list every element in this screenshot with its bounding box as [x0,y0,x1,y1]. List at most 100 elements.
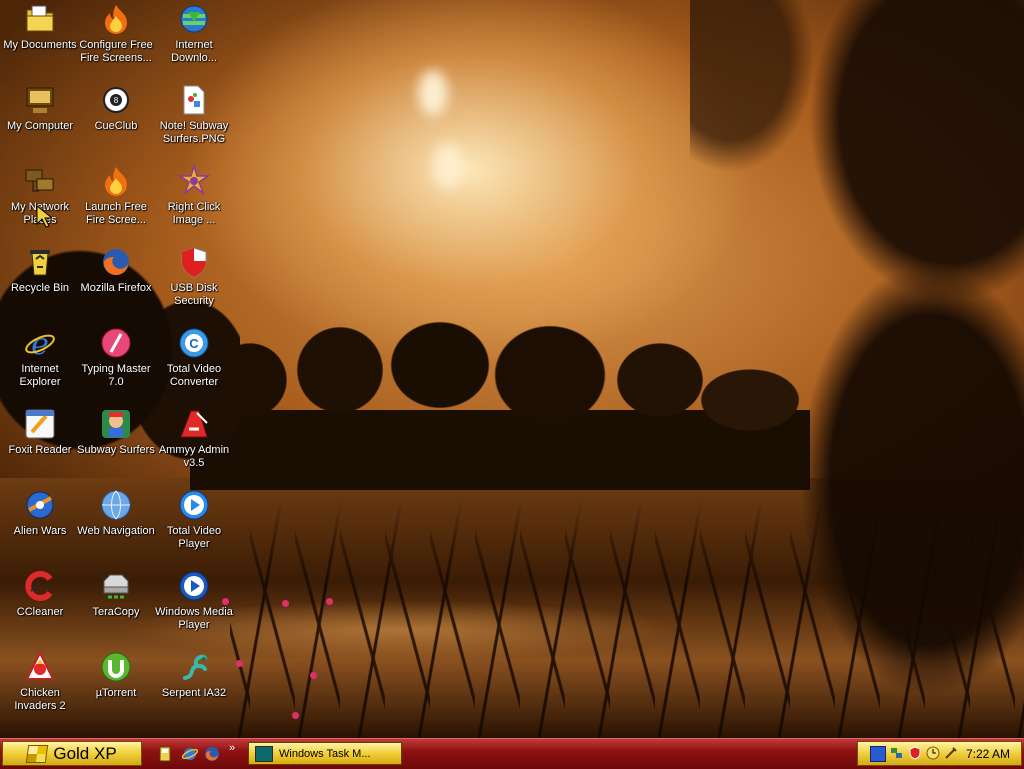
desktop-icon-my-documents[interactable]: My Documents [0,2,80,52]
desktop-icon-utorrent[interactable]: µTorrent [76,650,156,700]
icon-label: My Documents [3,39,77,51]
utorrent-icon [99,650,133,684]
firefox-icon [99,245,133,279]
desktop-icon-chicken-invaders[interactable]: Chicken Invaders 2 [0,650,80,713]
monitor-icon[interactable] [870,746,886,762]
image-file-icon [177,83,211,117]
converter-icon: C [177,326,211,360]
clock[interactable]: 7:22 AM [966,747,1010,761]
icon-label: Windows Media Player [155,606,233,631]
computer-icon [23,83,57,117]
icon-label: Launch Free Fire Scree... [85,201,147,226]
icon-label: Total Video Converter [166,363,222,388]
icon-label: CueClub [94,120,138,132]
globe-icon [99,488,133,522]
desktop-icon-launch-free-fire[interactable]: Launch Free Fire Scree... [76,164,156,227]
play-icon [177,488,211,522]
clock-tray-icon[interactable] [926,746,940,760]
desktop-icon-total-video-converter[interactable]: C Total Video Converter [154,326,234,389]
icon-label: Internet Explorer [19,363,61,388]
desktop-icon-configure-free-fire[interactable]: Configure Free Fire Screens... [76,2,156,65]
remote-admin-icon [177,407,211,441]
desktop-icon-ccleaner[interactable]: CCleaner [0,569,80,619]
show-desktop-icon[interactable] [158,746,174,762]
icon-label: Subway Surfers [77,444,155,456]
start-label: Gold XP [53,743,117,763]
internet-explorer-icon[interactable] [181,746,199,762]
icon-label: µTorrent [95,687,137,699]
svg-text:e: e [31,327,49,360]
sun-flare [418,70,448,116]
desktop-icon-note-subway-surfers[interactable]: Note! Subway Surfers.PNG [154,83,234,146]
icon-label: Foxit Reader [8,444,72,456]
gear-star-icon [177,163,211,198]
flower [292,712,299,719]
icon-label: USB Disk Security [170,282,218,307]
icon-label: Recycle Bin [10,282,70,294]
icon-label: Web Navigation [77,525,155,537]
flower [310,672,317,679]
desktop-icon-web-navigation[interactable]: Web Navigation [76,488,156,538]
flower [282,600,289,607]
icon-label: My Computer [6,120,74,132]
billiard-ball-icon: 8 [99,83,133,117]
svg-text:C: C [189,336,199,351]
desktop-icon-typing-master[interactable]: Typing Master 7.0 [76,326,156,389]
desktop-icon-usb-disk-security[interactable]: USB Disk Security [154,245,234,308]
icon-label: Ammyy Admin v3.5 [158,444,230,469]
desktop-icon-cueclub[interactable]: 8 CueClub [76,83,156,133]
taskbar-button-task-manager[interactable]: Windows Task M... [248,742,402,765]
desktop-icon-internet-explorer[interactable]: e Internet Explorer [0,326,80,389]
internet-explorer-icon: e [23,326,57,362]
icon-label: CCleaner [16,606,64,618]
network-icon [23,164,57,198]
desktop-icon-serpent-ia32[interactable]: Serpent IA32 [154,650,234,700]
shield-icon [177,245,211,279]
ccleaner-icon [23,569,57,603]
firefox-icon[interactable] [204,746,220,762]
icon-label: Mozilla Firefox [80,282,152,294]
icon-label: Right Click Image ... [167,201,221,226]
taskbar: Gold XP » Windows Task M... 7:22 AM [0,738,1024,769]
recycle-bin-icon [23,245,57,279]
typing-master-icon [99,326,133,360]
network-tray-icon[interactable] [890,746,904,760]
icon-label: Chicken Invaders 2 [14,687,66,712]
quick-launch-more-button[interactable]: » [229,742,235,754]
shield-tray-icon[interactable] [908,746,922,760]
desktop-icon-alien-wars[interactable]: Alien Wars [0,488,80,538]
flower [326,598,333,605]
reeds [230,500,1024,738]
icon-label: Alien Wars [13,525,67,537]
download-globe-icon [177,2,211,36]
icon-label: Serpent IA32 [161,687,227,699]
flame-icon [99,2,133,36]
svg-text:8: 8 [114,96,119,105]
media-player-icon [177,569,211,603]
desktop-icon-subway-surfers[interactable]: Subway Surfers [76,407,156,457]
desktop-icon-windows-media-player[interactable]: Windows Media Player [154,569,234,632]
desktop-icon-right-click-image[interactable]: Right Click Image ... [154,163,234,227]
desktop-icon-total-video-player[interactable]: Total Video Player [154,488,234,551]
start-button[interactable]: Gold XP [2,741,142,766]
folder-documents-icon [23,2,57,36]
desktop-icon-foxit-reader[interactable]: Foxit Reader [0,407,80,457]
game-icon [99,407,133,441]
desktop-icon-ammyy-admin[interactable]: Ammyy Admin v3.5 [154,407,234,470]
pdf-reader-icon [23,407,57,441]
desktop-icon-mozilla-firefox[interactable]: Mozilla Firefox [76,245,156,295]
taskbar-button-label: Windows Task M... [279,747,371,760]
desktop-icon-internet-download[interactable]: Internet Downlo... [154,2,234,65]
desktop-icon-my-computer[interactable]: My Computer [0,83,80,133]
drive-icon [99,569,133,603]
desktop-icon-teracopy[interactable]: TeraCopy [76,569,156,619]
system-tray: 7:22 AM [857,741,1022,766]
windows-logo-icon [26,744,49,763]
serpent-icon [177,650,211,684]
sun-flare [432,143,464,189]
icon-label: Internet Downlo... [171,39,217,64]
alien-wars-icon [23,488,57,522]
tools-tray-icon[interactable] [944,746,958,760]
icon-label: Note! Subway Surfers.PNG [159,120,229,145]
desktop-icon-recycle-bin[interactable]: Recycle Bin [0,245,80,295]
